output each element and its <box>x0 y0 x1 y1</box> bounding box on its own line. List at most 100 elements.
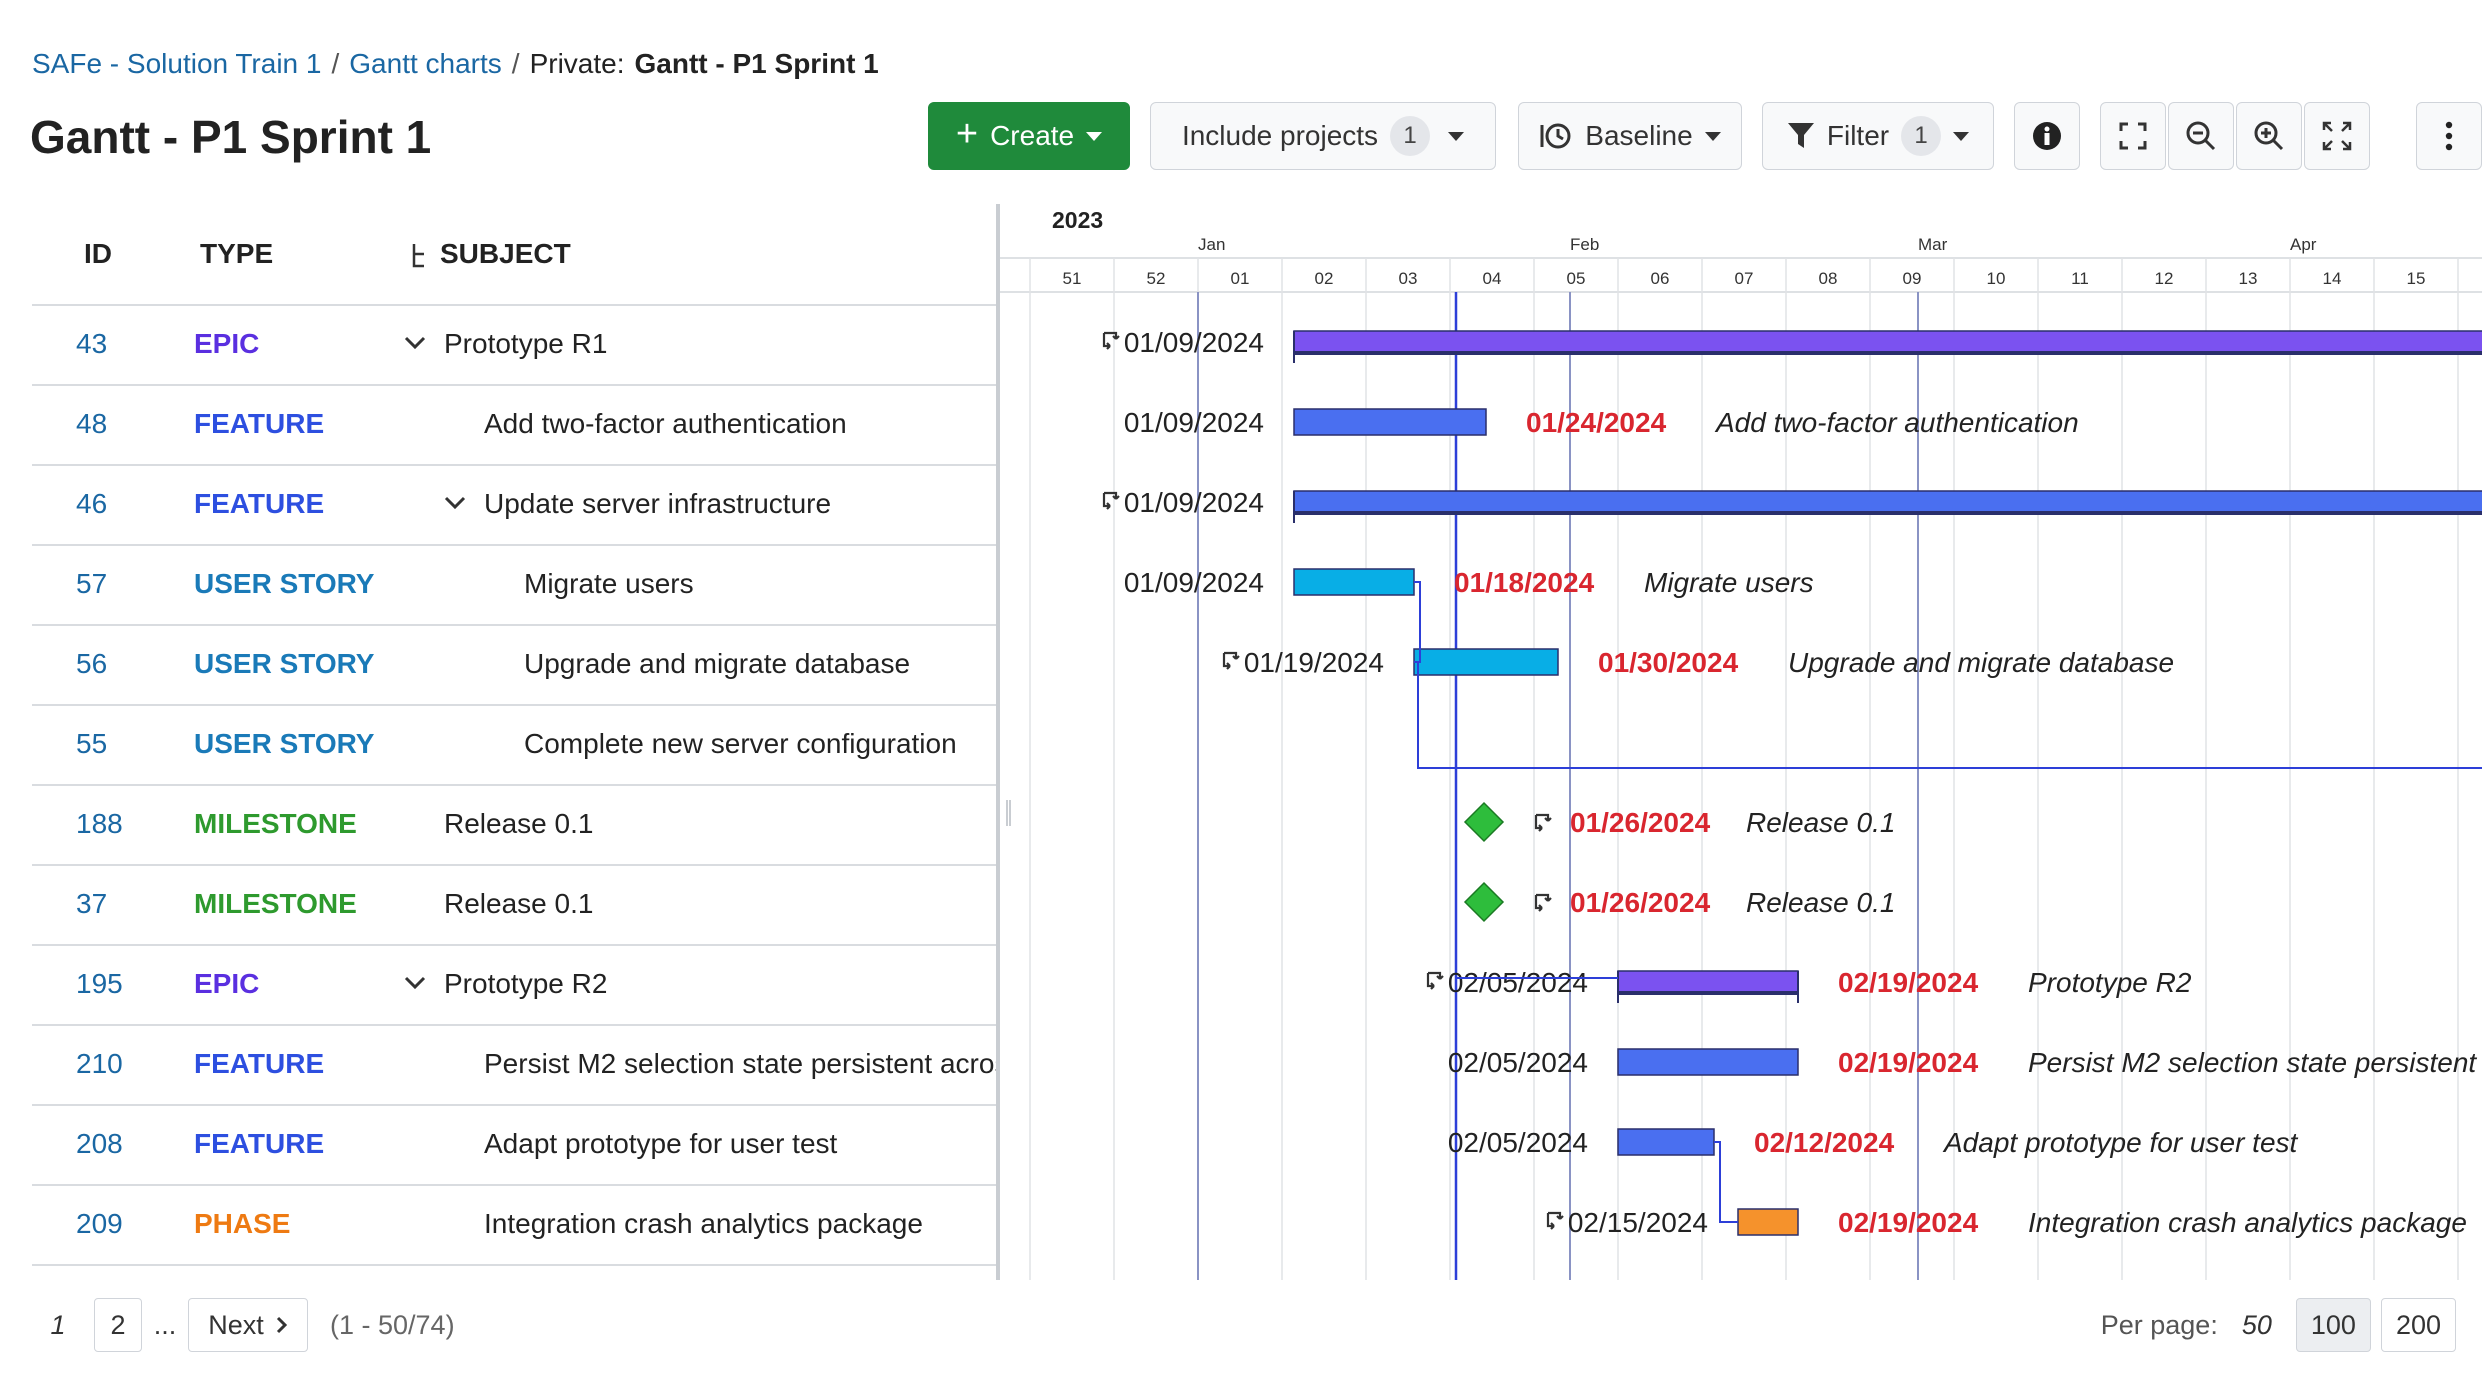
row-id-link[interactable]: 209 <box>76 1208 123 1240</box>
include-projects-button[interactable]: Include projects 1 <box>1150 102 1496 170</box>
table-row[interactable]: 188 MILESTONE Release 0.1 <box>32 786 996 866</box>
column-header-subject[interactable]: SUBJECT <box>440 238 571 270</box>
row-id-link[interactable]: 188 <box>76 808 123 840</box>
page-2-link[interactable]: 2 <box>94 1298 142 1352</box>
relation-icon[interactable] <box>1102 491 1120 510</box>
filter-button[interactable]: Filter 1 <box>1762 102 1994 170</box>
row-subject[interactable]: Upgrade and migrate database <box>524 648 910 680</box>
table-row[interactable]: 43 EPIC Prototype R1 <box>32 306 996 386</box>
info-button[interactable] <box>2014 102 2080 170</box>
next-page-button[interactable]: Next <box>188 1298 308 1352</box>
row-subject[interactable]: Release 0.1 <box>444 808 593 840</box>
row-type: FEATURE <box>194 1128 325 1159</box>
relation-icon[interactable] <box>1546 1211 1564 1230</box>
table-row[interactable]: 48 FEATURE Add two-factor authentication <box>32 386 996 466</box>
table-row[interactable]: 57 USER STORY Migrate users <box>32 546 996 626</box>
row-subject[interactable]: Prototype R1 <box>444 328 607 360</box>
start-date-label: 01/09/2024 <box>1124 487 1264 518</box>
gantt-chart: 2023DecJanFebMarApr515201020304050607080… <box>1000 204 2482 1280</box>
chevron-down-icon[interactable] <box>442 490 470 518</box>
bar-label: Integration crash analytics package <box>2028 1207 2467 1238</box>
row-id-link[interactable]: 48 <box>76 408 107 440</box>
row-subject[interactable]: Prototype R2 <box>444 968 607 1000</box>
pagination-range: (1 - 50/74) <box>330 1309 455 1340</box>
row-subject[interactable]: Persist M2 selection state persistent ac… <box>484 1048 996 1080</box>
row-id-link[interactable]: 208 <box>76 1128 123 1160</box>
baseline-button[interactable]: Baseline <box>1518 102 1742 170</box>
gantt-bar[interactable] <box>1617 1128 1715 1156</box>
milestone-diamond[interactable] <box>1463 801 1505 843</box>
per-page-selector: Per page: 50 100 200 <box>2101 1298 2456 1352</box>
more-options-button[interactable] <box>2416 102 2482 170</box>
zoom-out-button[interactable] <box>2168 102 2234 170</box>
per-page-option-200[interactable]: 200 <box>2380 1298 2456 1352</box>
row-subject[interactable]: Integration crash analytics package <box>484 1208 923 1240</box>
start-date-label: 01/09/2024 <box>1124 567 1264 598</box>
expand-arrows-icon <box>2321 120 2353 152</box>
relation-icon[interactable] <box>1426 971 1444 990</box>
milestone-diamond[interactable] <box>1463 881 1505 923</box>
include-projects-label: Include projects <box>1181 120 1379 151</box>
row-id-link[interactable]: 37 <box>76 888 107 920</box>
month-label: Jan <box>1198 235 1225 254</box>
month-label: Apr <box>2290 235 2317 254</box>
page-title: Gantt - P1 Sprint 1 <box>30 111 432 163</box>
table-row[interactable]: 210 FEATURE Persist M2 selection state per… <box>32 1026 996 1106</box>
filter-icon <box>1787 121 1815 151</box>
row-subject[interactable]: Add two-factor authentication <box>484 408 847 440</box>
row-type: USER STORY <box>194 648 375 679</box>
relation-icon[interactable] <box>1102 331 1120 350</box>
gantt-bar[interactable] <box>1617 970 1799 994</box>
gantt-bar[interactable] <box>1737 1208 1799 1236</box>
gantt-bar[interactable] <box>1413 648 1559 676</box>
column-header-type[interactable]: TYPE <box>200 238 273 270</box>
hierarchy-icon[interactable] <box>410 242 434 277</box>
gantt-bar[interactable] <box>1293 490 2482 514</box>
table-row[interactable]: 195 EPIC Prototype R2 <box>32 946 996 1026</box>
relation-icon[interactable] <box>1534 893 1552 912</box>
table-row[interactable]: 56 USER STORY Upgrade and migrate database <box>32 626 996 706</box>
fullscreen-button[interactable] <box>2100 102 2166 170</box>
breadcrumb-gantt-charts-link[interactable]: Gantt charts <box>349 48 502 80</box>
zoom-auto-button[interactable] <box>2304 102 2370 170</box>
per-page-option-100[interactable]: 100 <box>2295 1298 2371 1352</box>
chevron-down-icon[interactable] <box>402 970 430 998</box>
breadcrumb-current-prefix: Private: <box>529 48 625 79</box>
relation-icon[interactable] <box>1222 651 1240 670</box>
week-label: 03 <box>1399 269 1418 288</box>
row-id-link[interactable]: 46 <box>76 488 107 520</box>
row-id-link[interactable]: 43 <box>76 328 107 360</box>
row-id-link[interactable]: 55 <box>76 728 107 760</box>
table-row[interactable]: 209 PHASE Integration crash analytics pack… <box>32 1186 996 1266</box>
row-id-link[interactable]: 57 <box>76 568 107 600</box>
week-label: 07 <box>1735 269 1754 288</box>
start-date-label: 02/05/2024 <box>1448 1047 1588 1078</box>
relation-icon[interactable] <box>1534 813 1552 832</box>
gantt-bar[interactable] <box>1617 1048 1799 1076</box>
table-row[interactable]: 208 FEATURE Adapt prototype for user test <box>32 1106 996 1186</box>
row-subject[interactable]: Update server infrastructure <box>484 488 831 520</box>
column-header-id[interactable]: ID <box>84 238 112 270</box>
table-row[interactable]: 37 MILESTONE Release 0.1 <box>32 866 996 946</box>
row-id-link[interactable]: 195 <box>76 968 123 1000</box>
create-button[interactable]: + Create <box>928 102 1130 170</box>
breadcrumb-project-link[interactable]: SAFe - Solution Train 1 <box>32 48 321 80</box>
bar-label: Release 0.1 <box>1746 807 1895 838</box>
month-label: Feb <box>1570 235 1599 254</box>
table-row[interactable]: 46 FEATURE Update server infrastructure <box>32 466 996 546</box>
gantt-bar[interactable] <box>1293 568 1415 596</box>
zoom-out-icon <box>2185 120 2217 152</box>
row-id-link[interactable]: 210 <box>76 1048 123 1080</box>
row-subject[interactable]: Complete new server configuration <box>524 728 957 760</box>
row-id-link[interactable]: 56 <box>76 648 107 680</box>
row-subject[interactable]: Migrate users <box>524 568 694 600</box>
gantt-bar[interactable] <box>1293 408 1487 436</box>
table-row[interactable]: 55 USER STORY Complete new server configur… <box>32 706 996 786</box>
row-subject[interactable]: Adapt prototype for user test <box>484 1128 837 1160</box>
start-date-label: 02/05/2024 <box>1448 967 1588 998</box>
year-label: 2023 <box>1052 207 1103 233</box>
chevron-down-icon[interactable] <box>402 330 430 358</box>
gantt-bar[interactable] <box>1293 330 2482 354</box>
zoom-in-button[interactable] <box>2236 102 2302 170</box>
row-subject[interactable]: Release 0.1 <box>444 888 593 920</box>
